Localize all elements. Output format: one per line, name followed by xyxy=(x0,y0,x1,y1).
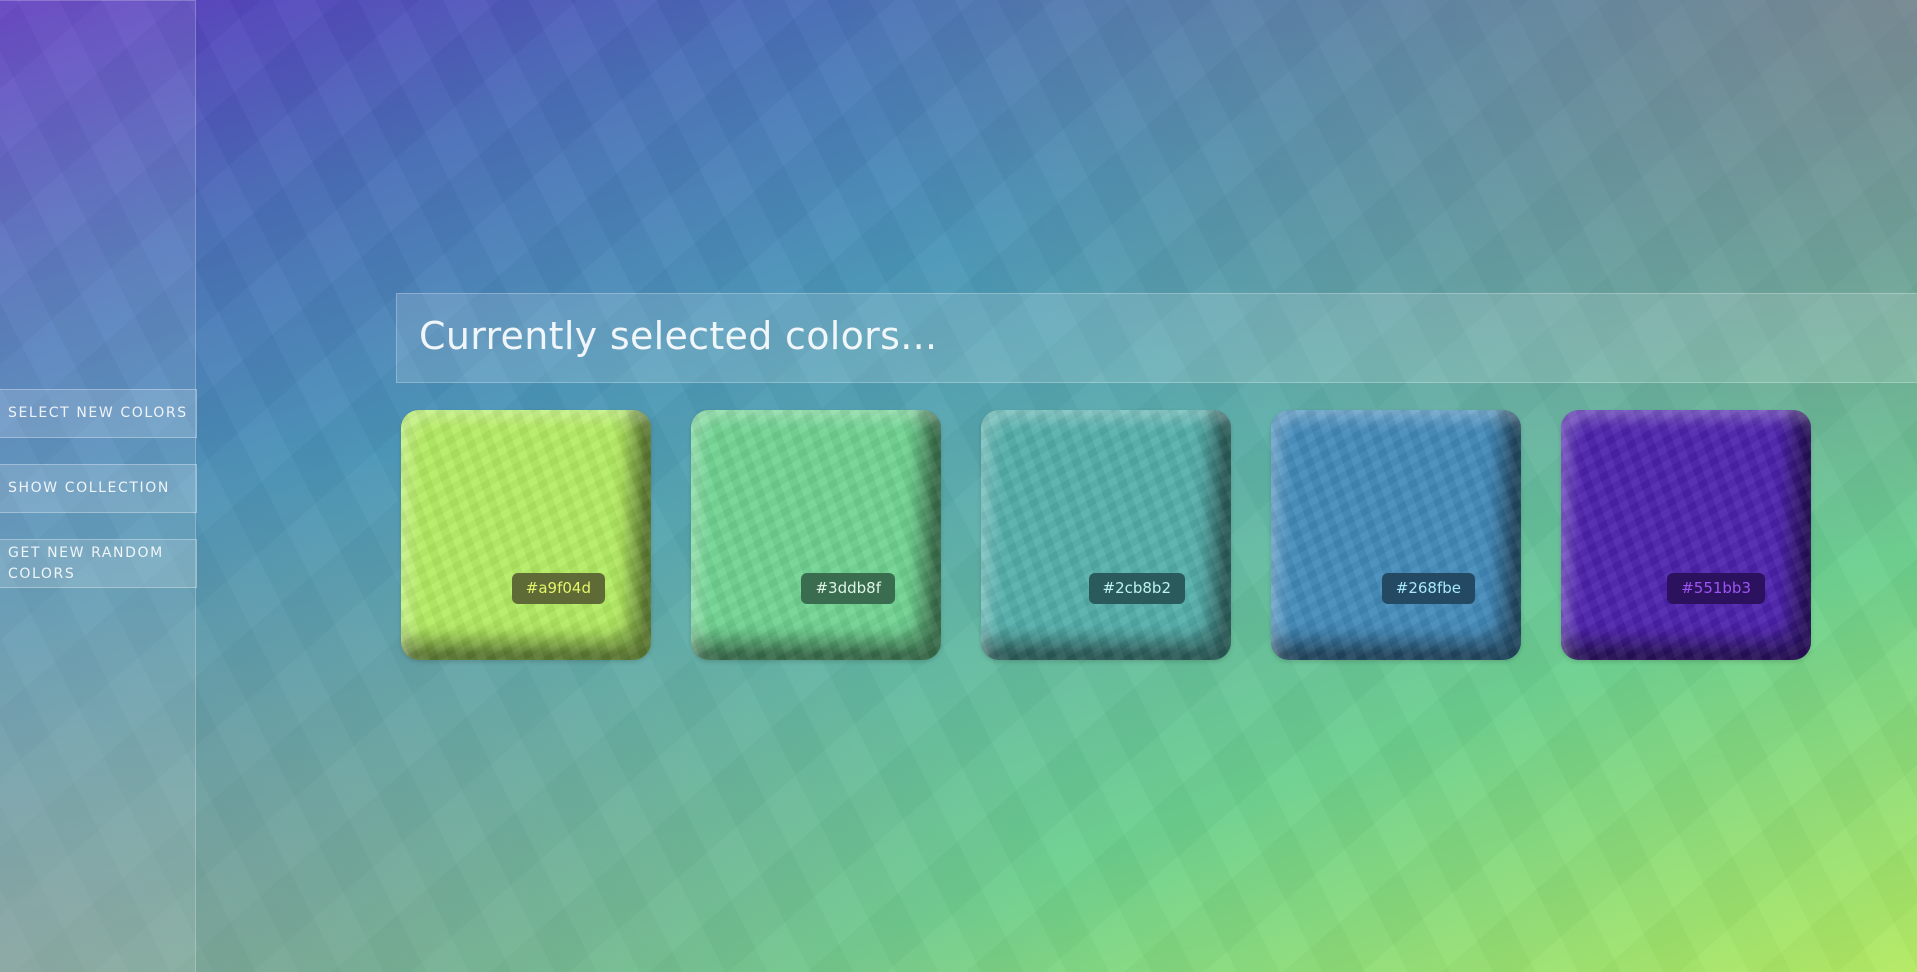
color-swatch-3[interactable]: #2cb8b2 xyxy=(981,410,1231,660)
color-swatch-2[interactable]: #3ddb8f xyxy=(691,410,941,660)
get-new-random-colors-button[interactable]: GET NEW RANDOM COLORS xyxy=(0,539,197,588)
color-swatch-5[interactable]: #551bb3 xyxy=(1561,410,1811,660)
hex-code-label: #3ddb8f xyxy=(801,573,895,604)
page-header: Currently selected colors... xyxy=(396,293,1917,383)
hex-code-label: #2cb8b2 xyxy=(1088,573,1185,604)
color-swatch-4[interactable]: #268fbe xyxy=(1271,410,1521,660)
hex-code-label: #551bb3 xyxy=(1667,573,1765,604)
page-title: Currently selected colors... xyxy=(419,314,938,358)
show-collection-button[interactable]: SHOW COLLECTION xyxy=(0,464,197,513)
sidebar: SELECT NEW COLORS SHOW COLLECTION GET NE… xyxy=(0,0,197,972)
hex-code-label: #268fbe xyxy=(1381,573,1475,604)
color-swatch-1[interactable]: #a9f04d xyxy=(401,410,651,660)
hex-code-label: #a9f04d xyxy=(511,573,605,604)
select-new-colors-button[interactable]: SELECT NEW COLORS xyxy=(0,389,197,438)
